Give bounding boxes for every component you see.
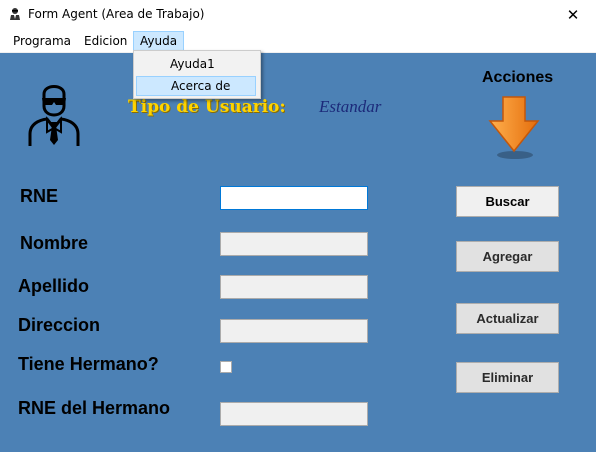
label-nombre: Nombre bbox=[20, 233, 89, 253]
acciones-label: Acciones bbox=[482, 69, 554, 86]
window-title: Form Agent (Area de Trabajo) bbox=[28, 7, 205, 21]
menu-bar: Programa Edicion Ayuda bbox=[0, 30, 596, 53]
tipo-usuario-value: Estandar bbox=[319, 97, 382, 116]
label-apellido: Apellido bbox=[18, 276, 89, 296]
secret-agent-icon bbox=[28, 85, 80, 146]
label-rne-hermano: RNE del Hermano bbox=[18, 398, 171, 418]
menu-item-acerca-de[interactable]: Acerca de bbox=[136, 76, 256, 96]
label-tiene-hermano: Tiene Hermano? bbox=[18, 354, 159, 374]
actualizar-button[interactable]: Actualizar bbox=[456, 303, 559, 334]
rne-hermano-input[interactable] bbox=[220, 402, 368, 426]
menu-programa[interactable]: Programa bbox=[7, 31, 77, 51]
menu-ayuda[interactable]: Ayuda bbox=[133, 31, 185, 51]
agent-app-icon bbox=[10, 8, 20, 20]
nombre-input[interactable] bbox=[220, 232, 368, 256]
tiene-hermano-checkbox[interactable] bbox=[220, 361, 232, 373]
rne-input[interactable] bbox=[220, 186, 368, 210]
menu-edicion[interactable]: Edicion bbox=[78, 31, 133, 51]
menu-item-ayuda1[interactable]: Ayuda1 bbox=[136, 54, 256, 74]
label-rne: RNE bbox=[20, 186, 59, 206]
ayuda-dropdown-menu: Ayuda1 Acerca de bbox=[133, 50, 261, 99]
agregar-button[interactable]: Agregar bbox=[456, 241, 559, 272]
direccion-input[interactable] bbox=[220, 319, 368, 343]
close-icon: ✕ bbox=[566, 7, 580, 24]
tipo-usuario-label: Tipo de Usuario: bbox=[128, 97, 286, 117]
close-button[interactable]: ✕ bbox=[550, 0, 596, 30]
apellido-input[interactable] bbox=[220, 275, 368, 299]
down-arrow-icon bbox=[488, 96, 540, 159]
label-direccion: Direccion bbox=[18, 315, 101, 335]
title-bar: Form Agent (Area de Trabajo) ✕ bbox=[0, 0, 596, 30]
buscar-button[interactable]: Buscar bbox=[456, 186, 559, 217]
eliminar-button[interactable]: Eliminar bbox=[456, 362, 559, 393]
